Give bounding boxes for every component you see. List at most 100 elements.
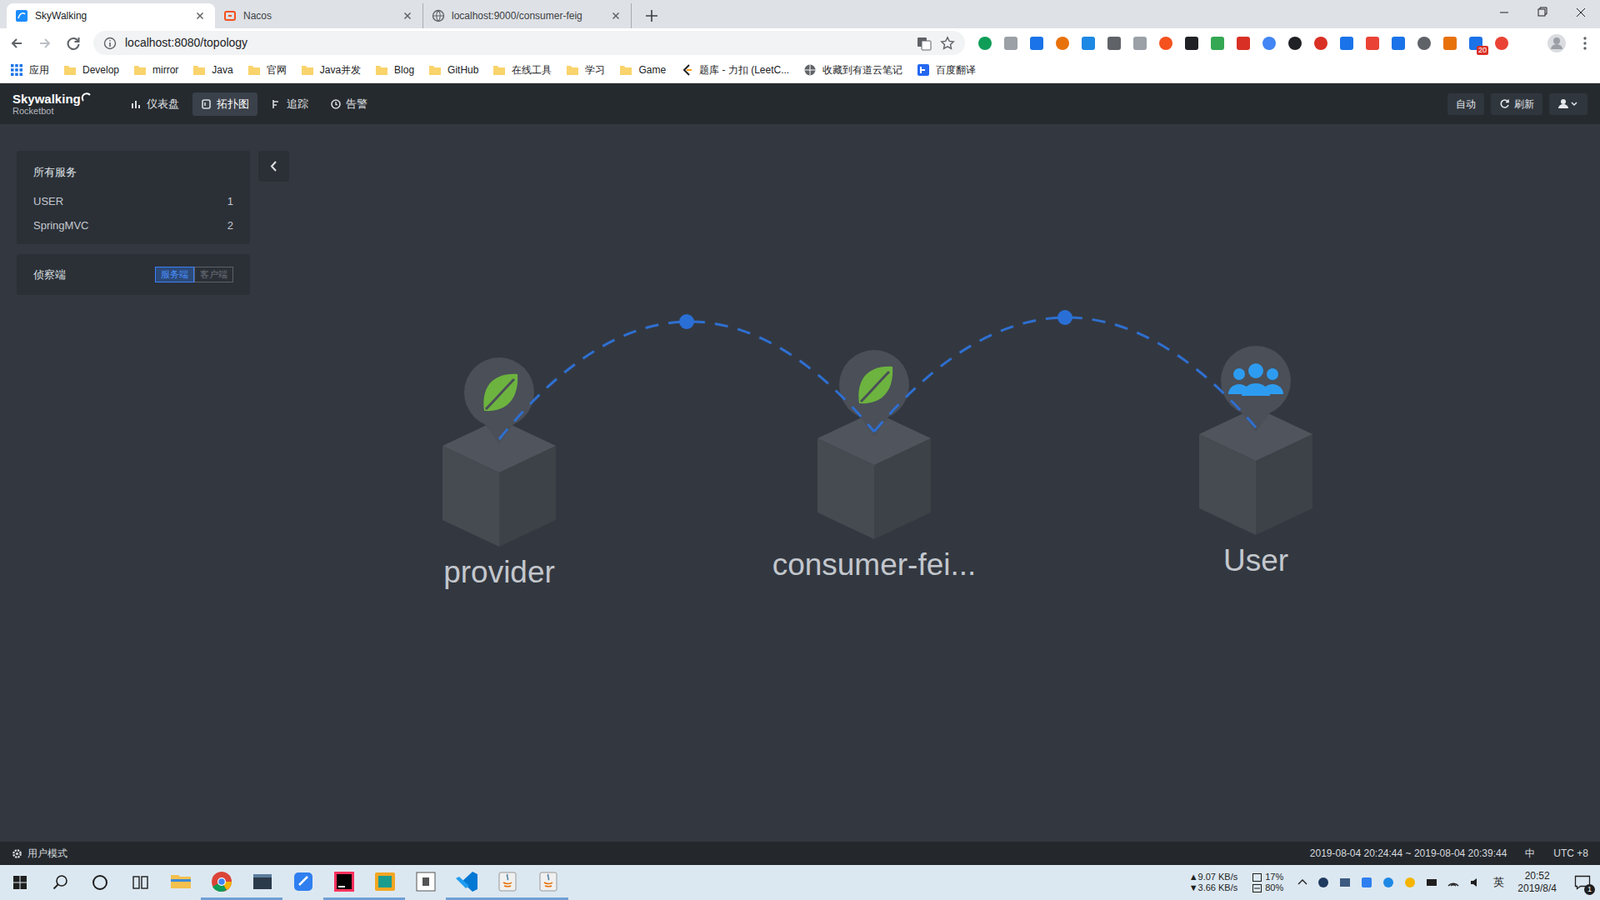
profile-icon[interactable] [1546, 33, 1567, 54]
nav-item[interactable]: 追踪 [262, 92, 317, 116]
close-icon[interactable] [609, 9, 623, 23]
task-view-icon[interactable] [120, 865, 160, 900]
extension-icon[interactable] [978, 36, 992, 50]
bookmark[interactable]: Java [192, 62, 233, 78]
edge-dot[interactable] [679, 314, 695, 330]
bookmark[interactable]: Game [619, 62, 666, 78]
taskbar-app[interactable] [445, 865, 487, 900]
star-icon[interactable] [940, 35, 955, 51]
service-row[interactable]: SpringMVC2 [33, 213, 234, 238]
topology-node[interactable]: provider [365, 350, 633, 591]
search-icon[interactable] [40, 865, 80, 900]
timezone[interactable]: UTC +8 [1553, 845, 1589, 861]
taskbar-app[interactable] [364, 865, 405, 900]
address-bar[interactable]: localhost:8080/topology [93, 30, 965, 55]
extension-icon[interactable] [1081, 36, 1095, 50]
taskbar-app[interactable] [200, 865, 242, 900]
extension-icon[interactable] [1288, 36, 1302, 50]
topology-node[interactable]: User [1122, 339, 1390, 580]
extension-icon[interactable]: 20 [1469, 36, 1483, 50]
refresh-button[interactable]: 刷新 [1490, 93, 1543, 115]
probe-option[interactable]: 服务端 [155, 266, 195, 283]
notification-center[interactable]: 1 [1570, 870, 1595, 895]
extension-icon[interactable] [1495, 36, 1509, 50]
bookmark[interactable]: 学习 [565, 62, 605, 78]
service-row[interactable]: USER1 [33, 189, 234, 214]
extension-icon[interactable] [1391, 36, 1405, 50]
tray-icon[interactable] [1381, 875, 1395, 890]
extension-icon[interactable] [1030, 36, 1044, 50]
window-close-icon[interactable] [1561, 0, 1600, 25]
cortana-icon[interactable] [80, 865, 120, 900]
extension-icon[interactable] [1417, 36, 1431, 50]
clock[interactable]: 20:522019/8/4 [1512, 870, 1562, 895]
back-icon[interactable] [8, 35, 25, 52]
tray-icon[interactable] [1360, 875, 1374, 890]
bookmark[interactable]: Java并发 [300, 62, 361, 78]
taskbar-app[interactable] [282, 865, 324, 900]
bookmark[interactable]: mirror [133, 62, 179, 78]
taskbar-app[interactable] [241, 865, 283, 900]
user-menu-icon[interactable] [1549, 93, 1588, 115]
extension-icon[interactable] [1262, 36, 1276, 50]
menu-icon[interactable] [1578, 35, 1592, 52]
bookmark[interactable]: 百度翻译 [916, 62, 976, 78]
probe-option[interactable]: 客户端 [194, 266, 234, 283]
extension-icon[interactable] [1443, 36, 1457, 50]
bookmark[interactable]: 在线工具 [492, 62, 552, 78]
time-range[interactable]: 2019-08-04 20:24:44 ~ 2019-08-04 20:39:4… [1310, 845, 1508, 861]
tray-icon[interactable] [1403, 875, 1417, 890]
topology-node[interactable]: consumer-fei... [740, 343, 1008, 584]
info-icon[interactable] [103, 36, 117, 50]
edge[interactable] [499, 321, 875, 440]
nav-item[interactable]: 拓扑图 [192, 92, 258, 116]
bookmark[interactable]: 官网 [247, 62, 287, 78]
auto-button[interactable]: 自动 [1447, 93, 1485, 115]
mode-switch[interactable]: 用户模式 [11, 845, 68, 861]
bookmark[interactable]: Blog [375, 62, 415, 78]
nav-item[interactable]: 仪表盘 [122, 92, 188, 116]
close-icon[interactable] [193, 9, 207, 23]
input-method[interactable]: 英 [1493, 874, 1505, 891]
reload-icon[interactable] [65, 35, 82, 52]
nav-item[interactable]: 告警 [321, 92, 376, 116]
collapse-icon[interactable] [258, 150, 290, 182]
tray-icon[interactable] [1425, 875, 1439, 890]
edge[interactable] [874, 317, 1256, 432]
extension-icon[interactable] [1236, 36, 1250, 50]
bookmark[interactable]: 收藏到有道云笔记 [803, 62, 903, 78]
taskbar-app[interactable] [405, 865, 446, 900]
logo[interactable]: SkywalkingRocketbot [12, 91, 123, 117]
tray-icon[interactable] [1468, 875, 1482, 890]
extension-icon[interactable] [1210, 36, 1225, 50]
chevron-up-icon[interactable] [1296, 876, 1309, 889]
bookmark[interactable]: 应用 [10, 62, 50, 78]
tray-icon[interactable] [1446, 875, 1460, 890]
bookmark[interactable]: 题库 - 力扣 (LeetC... [680, 62, 790, 78]
browser-tab[interactable]: SkyWalking [6, 3, 215, 29]
translate-icon[interactable] [916, 35, 932, 51]
edge-dot[interactable] [1057, 310, 1073, 325]
language[interactable]: 中 [1525, 845, 1535, 861]
plus-icon[interactable] [640, 4, 664, 28]
browser-tab[interactable]: Nacos [215, 3, 424, 29]
extension-icon[interactable] [1365, 36, 1380, 50]
extension-icon[interactable] [1185, 36, 1199, 50]
extension-icon[interactable] [1055, 36, 1070, 50]
tray-icon[interactable] [1316, 875, 1330, 890]
extension-icon[interactable] [1107, 36, 1121, 50]
browser-tab[interactable]: localhost:9000/consumer-feig [423, 3, 632, 29]
tray-icon[interactable] [1338, 875, 1352, 890]
extension-icon[interactable] [1314, 36, 1328, 50]
minimize-icon[interactable] [1485, 0, 1524, 25]
extension-icon[interactable] [1340, 36, 1354, 50]
windows-icon[interactable] [0, 865, 40, 900]
extension-icon[interactable] [1004, 36, 1018, 50]
taskbar-app[interactable] [486, 865, 528, 900]
bookmark[interactable]: Develop [63, 62, 120, 78]
url-text[interactable]: localhost:8080/topology [125, 34, 248, 52]
bookmark[interactable]: GitHub [428, 62, 479, 78]
extension-icon[interactable] [1159, 36, 1173, 50]
extension-icon[interactable] [1133, 36, 1147, 50]
forward-icon[interactable] [36, 35, 54, 52]
